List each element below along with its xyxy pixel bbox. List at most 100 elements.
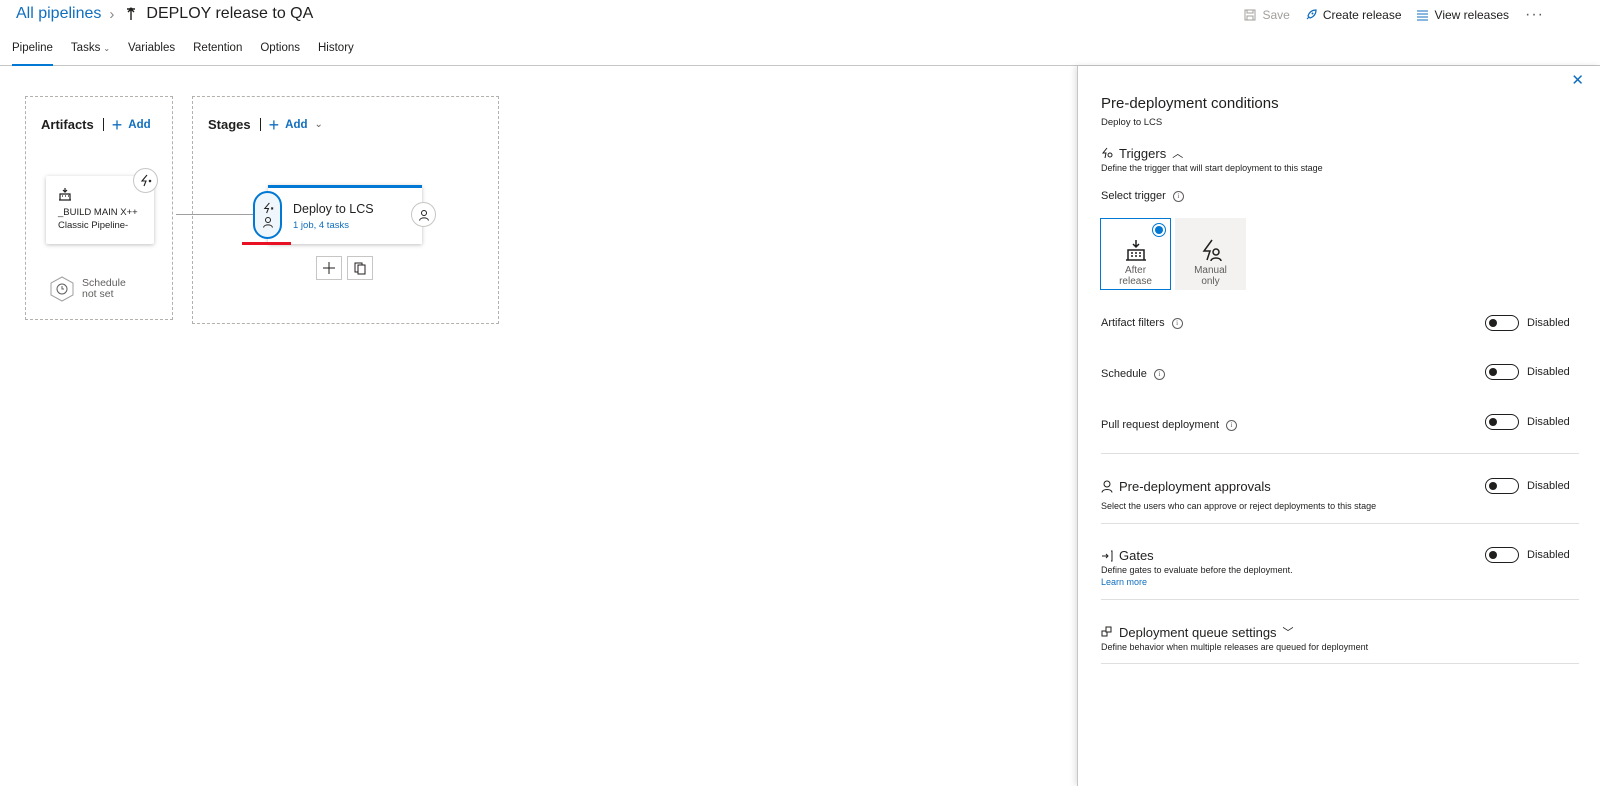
toggle-state: Disabled [1527,549,1570,561]
approvals-title: Pre-deployment approvals [1119,479,1271,494]
stage-tasks-link[interactable]: 1 job, 4 tasks [293,220,349,231]
toggle-switch[interactable] [1485,315,1519,331]
command-bar: Save Create release View releases ··· [1230,7,1544,23]
toggle-switch[interactable] [1485,478,1519,494]
pull-request-deployment-label: Pull request deployment i [1101,419,1238,431]
tab-pipeline[interactable]: Pipeline [12,42,53,66]
toggle-switch[interactable] [1485,364,1519,380]
trigger-option-line1: After [1124,265,1147,276]
tab-history[interactable]: History [318,42,354,66]
trigger-icon [1101,147,1113,159]
triggers-title: Triggers [1119,145,1167,161]
chevron-down-icon: ⌄ [103,44,111,53]
pull-request-deployment-text: Pull request deployment [1101,419,1220,431]
pre-deployment-conditions-panel: ✕ Pre-deployment conditions Deploy to LC… [1077,66,1600,786]
tab-options[interactable]: Options [260,42,300,66]
artifact-source: Classic Pipeline- [58,220,129,231]
radio-selected-icon [1152,223,1166,237]
tab-label: Variables [128,42,176,54]
approvals-description: Select the users who can approve or reje… [1101,501,1377,511]
save-button[interactable]: Save [1244,8,1290,22]
learn-more-link[interactable]: Learn more [1101,577,1147,587]
plus-icon: + [111,114,123,135]
plus-icon: + [268,114,280,135]
toggle-switch[interactable] [1485,414,1519,430]
stage-card[interactable]: Deploy to LCS 1 job, 4 tasks [268,185,422,244]
pull-request-deployment-toggle[interactable]: Disabled [1485,414,1570,430]
divider [259,118,261,131]
create-release-button[interactable]: Create release [1304,8,1402,22]
person-icon [418,209,429,221]
trigger-option-manual-only[interactable]: Manual only [1175,218,1246,290]
lightning-icon [263,202,273,214]
rocket-icon [1306,8,1317,19]
add-label: Add [128,118,151,131]
tab-label: Pipeline [12,42,53,54]
trigger-option-after-release[interactable]: After release [1100,218,1171,290]
add-label: Add [285,118,308,131]
artifact-filters-text: Artifact filters [1101,317,1165,329]
deployment-queue-settings-toggle[interactable]: Deployment queue settings ﹀ [1101,624,1294,640]
info-icon[interactable]: i [1153,368,1165,380]
toggle-state: Disabled [1527,480,1570,492]
person-icon [1101,480,1113,493]
more-icon[interactable]: ··· [1525,7,1544,23]
release-pipeline-icon [127,7,136,20]
gates-header: Gates [1101,548,1154,563]
create-release-label: Create release [1322,8,1402,22]
gates-title: Gates [1119,548,1154,563]
close-icon[interactable]: ✕ [1571,71,1584,89]
artifacts-header: Artifacts + Add [41,114,151,135]
clone-stage-button[interactable] [347,256,373,280]
save-icon [1244,9,1256,21]
list-icon [1416,10,1428,20]
view-releases-button[interactable]: View releases [1416,8,1509,22]
queue-description: Define behavior when multiple releases a… [1101,642,1369,652]
tab-retention[interactable]: Retention [193,42,242,66]
tab-bar: Pipeline Tasks ⌄ Variables Retention Opti… [12,42,372,66]
add-artifact-button[interactable]: + Add [111,114,151,135]
triggers-section-toggle[interactable]: Triggers ︿ [1101,145,1183,161]
gates-toggle[interactable]: Disabled [1485,547,1570,563]
stages-title: Stages [208,117,251,132]
schedule-trigger[interactable]: Schedule not set [49,276,126,302]
stage-name: Deploy to LCS [293,202,374,216]
schedule-status: Schedule not set [82,278,126,300]
divider [1101,523,1579,524]
queue-icon [1101,626,1112,637]
tab-tasks[interactable]: Tasks ⌄ [71,42,110,66]
info-icon[interactable]: i [1171,317,1183,329]
divider [1101,453,1579,454]
select-trigger-label: Select trigger i [1101,190,1184,202]
add-stage-below-button[interactable] [316,256,342,280]
stages-header: Stages + Add ⌄ [208,114,323,135]
info-icon[interactable]: i [1226,419,1238,431]
trigger-option-line1: Manual [1194,265,1227,276]
toggle-state: Disabled [1527,317,1570,329]
tab-label: Retention [193,42,243,54]
schedule-label: Schedule i [1101,368,1165,380]
tab-variables[interactable]: Variables [128,42,175,66]
schedule-toggle[interactable]: Disabled [1485,364,1570,380]
tab-label: Tasks [70,42,101,54]
tab-label: History [318,42,354,54]
manual-trigger-icon [1202,239,1222,262]
pre-deployment-approvals-toggle[interactable]: Disabled [1485,478,1570,494]
artifact-filters-toggle[interactable]: Disabled [1485,315,1570,331]
save-label: Save [1262,8,1290,22]
all-pipelines-link[interactable]: All pipelines [16,5,101,23]
pre-deployment-conditions-button[interactable] [253,191,282,239]
plus-icon [323,262,335,274]
view-releases-label: View releases [1434,8,1510,22]
select-trigger-text: Select trigger [1101,190,1166,202]
queue-title: Deployment queue settings [1119,624,1277,640]
post-deployment-conditions-button[interactable] [411,202,436,227]
continuous-deployment-trigger-button[interactable] [133,168,158,193]
trigger-option-line2: only [1201,276,1220,287]
toggle-switch[interactable] [1485,547,1519,563]
trigger-option-label: After release [1101,265,1170,287]
info-icon[interactable]: i [1172,190,1184,202]
add-stage-button[interactable]: + Add ⌄ [268,114,323,135]
triggers-description: Define the trigger that will start deplo… [1101,163,1323,173]
divider [1101,599,1579,600]
